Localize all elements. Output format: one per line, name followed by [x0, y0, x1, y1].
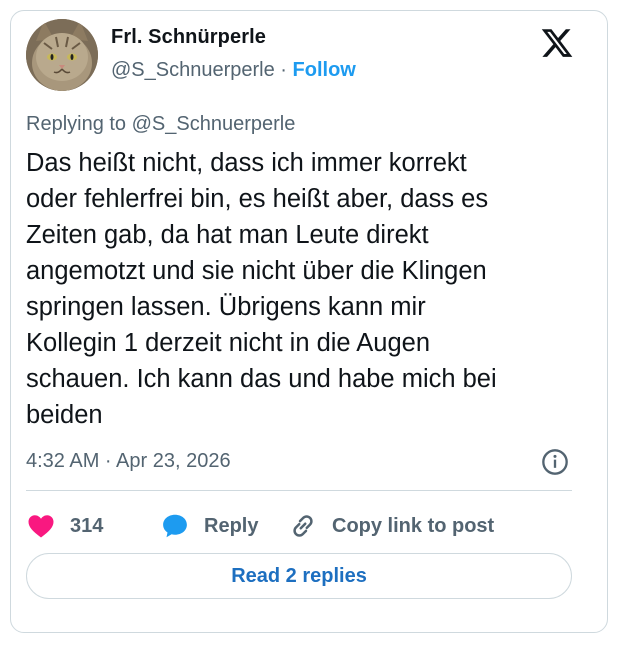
- avatar[interactable]: [26, 19, 98, 91]
- copy-link-label: Copy link to post: [332, 514, 495, 537]
- author-handle[interactable]: @S_Schnuerperle: [111, 59, 275, 81]
- post-text-line: Kollegin 1 derzeit nicht in die Augen: [26, 329, 431, 357]
- post-text-line: oder fehlerfrei bin, es heißt aber, dass…: [26, 185, 489, 213]
- post-text-line: beiden: [26, 401, 103, 429]
- author-handle-line: @S_Schnuerperle · Follow: [111, 59, 356, 82]
- author-name[interactable]: Frl. Schnürperle: [111, 26, 266, 49]
- reply-label: Reply: [204, 514, 259, 537]
- action-bar: 314 Reply Copy link to post: [26, 506, 586, 546]
- post-text: Das heißt nicht, dass ich immer korrekt …: [26, 145, 586, 433]
- post-text-line: schauen. Ich kann das und habe mich bei: [26, 365, 497, 393]
- x-logo-icon[interactable]: [540, 26, 574, 60]
- link-icon: [293, 515, 313, 537]
- speech-bubble-icon: [163, 514, 187, 538]
- post-timestamp[interactable]: 4:32 AM · Apr 23, 2026: [26, 450, 231, 473]
- post-text-line: springen lassen. Übrigens kann mir: [26, 293, 426, 321]
- read-replies-button[interactable]: Read 2 replies: [26, 553, 572, 599]
- post-text-line: angemotzt und sie nicht über die Klingen: [26, 257, 487, 285]
- post-text-line: Zeiten gab, da hat man Leute direkt: [26, 221, 429, 249]
- cat-avatar-icon: [26, 19, 98, 91]
- replying-to: Replying to @S_Schnuerperle: [26, 113, 296, 135]
- copy-link-button[interactable]: Copy link to post: [288, 506, 494, 546]
- like-button[interactable]: 314: [26, 506, 103, 546]
- reply-button[interactable]: Reply: [160, 506, 258, 546]
- info-icon[interactable]: [541, 448, 569, 476]
- divider: [26, 490, 572, 491]
- separator-dot: ·: [280, 59, 287, 81]
- follow-button[interactable]: Follow: [293, 59, 356, 81]
- heart-icon: [28, 515, 54, 538]
- like-count: 314: [70, 514, 104, 537]
- post-text-line: Das heißt nicht, dass ich immer korrekt: [26, 149, 467, 177]
